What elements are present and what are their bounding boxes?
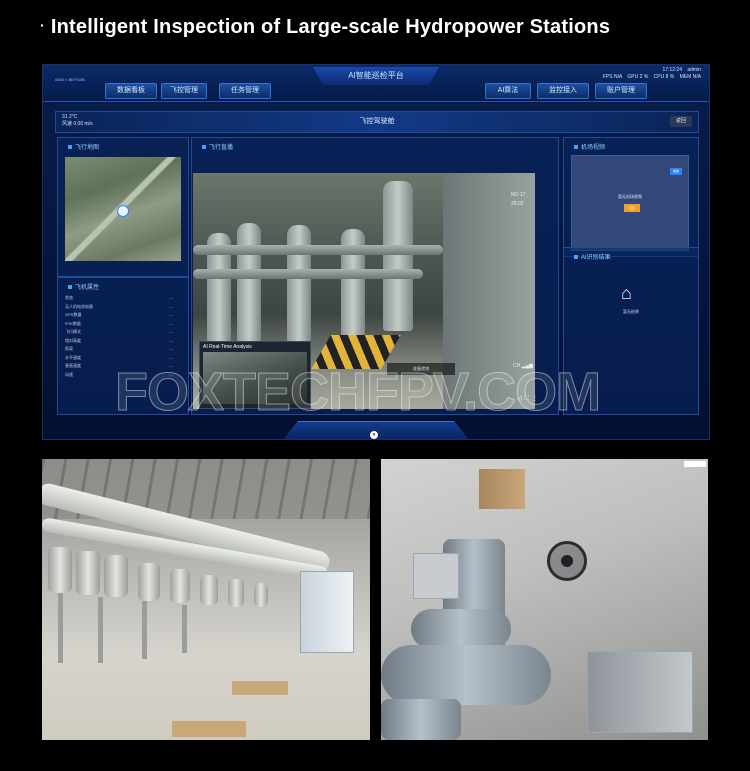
corner-badge bbox=[684, 461, 706, 467]
equipment-column bbox=[383, 181, 413, 331]
video-info-line: 29.02 bbox=[511, 201, 524, 207]
temperature: 31.2°C bbox=[62, 114, 78, 120]
breaker-unit bbox=[200, 575, 218, 605]
mem-stat: MEM N/A bbox=[679, 74, 701, 80]
top-navigation-bar: 0304 × 88 FC6N AI智能巡检平台 数据看板 飞控管理 任务管理 A… bbox=[43, 65, 709, 102]
attribute-label: 距离 bbox=[65, 346, 73, 351]
satellite-map[interactable] bbox=[65, 157, 181, 261]
attribute-value: — bbox=[169, 354, 173, 360]
attribute-label: 无人机电池电量 bbox=[65, 303, 93, 309]
inspection-drone-icon bbox=[547, 541, 587, 581]
cockpit-header: 飞控驾驶舱 31.2°C 风速 0.00 m/s 返回 bbox=[55, 111, 699, 133]
floor-board bbox=[172, 721, 246, 737]
attribute-value: — bbox=[169, 346, 173, 351]
weather-readout: 31.2°C 风速 0.00 m/s bbox=[62, 114, 93, 128]
video-overlay-info: NO 17 29.02 bbox=[511, 191, 525, 209]
attribute-label: 飞行模式 bbox=[65, 329, 81, 334]
switchgear-hall-photo bbox=[42, 459, 370, 740]
attribute-label: 水平速度 bbox=[65, 354, 81, 360]
cpu-stat: CPU 8 % bbox=[653, 74, 675, 80]
attribute-label: 风速 bbox=[65, 371, 73, 377]
page-title: 飞控驾驶舱 bbox=[359, 118, 395, 125]
control-cabinet bbox=[300, 571, 354, 653]
page-headline: · Intelligent Inspection of Large-scale H… bbox=[40, 16, 610, 39]
busbar-pipe bbox=[193, 245, 443, 255]
drone-inspection-photo bbox=[381, 459, 708, 740]
gpu-stat: GPU 2 % bbox=[627, 74, 649, 80]
attribute-label: GPS数量 bbox=[65, 312, 82, 317]
attribute-value: — bbox=[169, 320, 173, 326]
attribute-value: — bbox=[169, 303, 173, 309]
window bbox=[479, 469, 525, 509]
attribute-value: — bbox=[169, 337, 173, 343]
attribute-label: 垂直速度 bbox=[65, 363, 81, 368]
gis-tank bbox=[381, 645, 551, 705]
ai-result-title: AI识别结果 bbox=[574, 252, 611, 261]
attribute-value: — bbox=[169, 295, 173, 300]
ai-result-label: 暂无结果 bbox=[623, 309, 639, 314]
back-button[interactable]: 返回 bbox=[670, 116, 692, 127]
expand-chevron-icon[interactable]: ▾ bbox=[370, 431, 378, 439]
hangar-empty-text: 暂无机场视频 bbox=[618, 194, 642, 199]
flight-map-title: 飞行地图 bbox=[68, 142, 99, 151]
tab-monitor-access[interactable]: 监控接入 bbox=[537, 83, 589, 99]
dashboard-screenshot: 0304 × 88 FC6N AI智能巡检平台 数据看板 飞控管理 任务管理 A… bbox=[42, 64, 710, 440]
breaker-unit bbox=[138, 563, 160, 601]
breaker-unit bbox=[170, 569, 190, 603]
system-stats: 17:12:24 admin FPS N/A GPU 2 % CPU 8 % M… bbox=[599, 67, 701, 81]
drone-body bbox=[561, 555, 573, 567]
tab-account-management[interactable]: 账户管理 bbox=[595, 83, 647, 99]
tab-flight-control[interactable]: 飞控管理 bbox=[161, 83, 207, 99]
support-leg bbox=[142, 601, 147, 659]
attribute-label: 相对高度 bbox=[65, 337, 81, 343]
watermark: FOXTECHFPV.COM bbox=[114, 362, 601, 423]
tab-data-dashboard[interactable]: 数据看板 bbox=[105, 83, 157, 99]
support-leg bbox=[58, 593, 63, 663]
hangar-play-button[interactable]: 播放 bbox=[670, 168, 682, 175]
breaker-unit bbox=[228, 579, 244, 607]
breaker-unit bbox=[254, 583, 268, 607]
equipment-column bbox=[287, 225, 311, 343]
tab-ai-algorithm[interactable]: AI算法 bbox=[485, 83, 531, 99]
hangar-video-area: 播放 暂无机场视频 离线 bbox=[571, 155, 689, 251]
headline-text: Intelligent Inspection of Large-scale Hy… bbox=[50, 16, 611, 38]
platform-title: AI智能巡检平台 bbox=[313, 67, 439, 85]
attribute-value: — bbox=[169, 329, 173, 334]
ai-inset-title: AI Real-Time Analysis bbox=[203, 344, 252, 350]
empty-result-icon: ⌂ bbox=[621, 283, 632, 303]
corner-label: 0304 × 88 FC6N bbox=[55, 77, 85, 82]
hangar-warning-badge: 离线 bbox=[624, 204, 640, 212]
breaker-unit bbox=[48, 547, 72, 593]
tab-task-management[interactable]: 任务管理 bbox=[219, 83, 271, 99]
attribute-label: RTK数量 bbox=[65, 320, 81, 326]
headline-bullet: · bbox=[40, 17, 45, 33]
drone-location-icon[interactable] bbox=[117, 205, 129, 217]
video-info-line: NO 17 bbox=[511, 192, 526, 198]
attribute-label: 状态 bbox=[65, 295, 73, 300]
user-name[interactable]: admin bbox=[687, 67, 701, 73]
support-leg bbox=[182, 605, 187, 653]
support-leg bbox=[98, 597, 103, 663]
breaker-unit bbox=[104, 555, 128, 597]
breaker-unit bbox=[76, 551, 100, 595]
wind-speed: 风速 0.00 m/s bbox=[62, 121, 93, 127]
clock: 17:12:24 bbox=[662, 67, 682, 73]
hangar-video-title: 机场视频 bbox=[574, 142, 605, 151]
floor-board bbox=[232, 681, 288, 695]
fps-stat: FPS N/A bbox=[602, 74, 623, 80]
junction-box bbox=[413, 553, 459, 599]
gis-tank bbox=[411, 609, 511, 649]
gis-tank bbox=[381, 699, 461, 740]
aircraft-attributes-title: 飞机属性 bbox=[68, 282, 99, 291]
equipment-box bbox=[587, 651, 693, 733]
busbar-pipe bbox=[193, 269, 423, 279]
equipment-column bbox=[237, 223, 261, 343]
live-flight-title: 飞行直播 bbox=[202, 142, 233, 151]
attribute-value: — bbox=[169, 312, 173, 317]
